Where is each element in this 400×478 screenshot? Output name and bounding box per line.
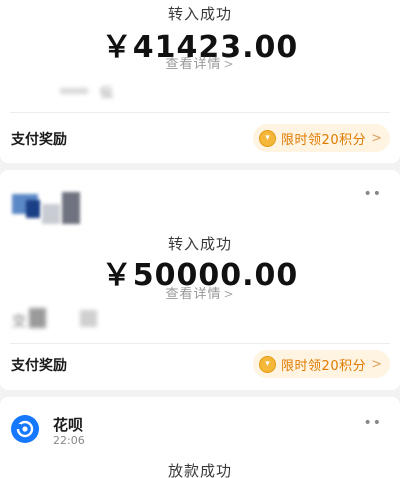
redacted-block: [29, 308, 46, 328]
chevron-right-icon: >: [223, 287, 235, 301]
blurred-logo: [12, 190, 82, 226]
view-details-label: 查看详情: [165, 57, 222, 72]
transfer-status: 转入成功: [167, 5, 232, 23]
more-dots-icon[interactable]: ••: [363, 186, 382, 202]
payment-reward-label: 支付奖励: [11, 358, 67, 374]
coin-icon: ▾: [259, 129, 277, 147]
divider: [10, 112, 390, 113]
blurred-caption: 交: [12, 314, 26, 330]
transaction-card-1: 转入成功 ￥41423.00 查看详情 > 伝 支付奖励 ▾ 限时领20积分 >: [0, 0, 400, 163]
chevron-right-icon: >: [223, 57, 235, 71]
blurred-caption: 伝: [100, 86, 114, 101]
loan-status: 放款成功: [167, 462, 232, 478]
chevron-right-icon: >: [371, 130, 382, 146]
view-details-link[interactable]: 查看详情 >: [0, 53, 400, 72]
redacted-block: [80, 310, 97, 327]
more-dots-icon[interactable]: ••: [363, 415, 382, 431]
points-reward-button[interactable]: ▾ 限时领20积分 >: [253, 124, 390, 152]
transaction-card-3: 花呗 22:06 •• 放款成功: [0, 397, 400, 478]
transaction-card-2: •• 转入成功 ￥50000.00 查看详情 > 交 支付奖励 ▾ 限时领20积分…: [0, 170, 400, 390]
app-name: 花呗: [53, 416, 84, 434]
payment-reward-label: 支付奖励: [11, 132, 67, 148]
timestamp: 22:06: [53, 434, 85, 447]
payment-reward-row: 支付奖励 ▾ 限时领20积分 >: [0, 348, 400, 384]
view-details-link[interactable]: 查看详情 >: [0, 283, 400, 302]
points-reward-button[interactable]: ▾ 限时领20积分 >: [253, 350, 390, 378]
redacted-block: [60, 88, 88, 94]
points-reward-label: 限时领20积分: [281, 132, 367, 148]
huabei-icon: [11, 415, 39, 443]
divider: [10, 343, 390, 344]
chevron-right-icon: >: [371, 356, 382, 372]
coin-icon: ▾: [259, 355, 277, 373]
payment-reward-row: 支付奖励 ▾ 限时领20积分 >: [0, 122, 400, 158]
points-reward-label: 限时领20积分: [281, 358, 367, 374]
view-details-label: 查看详情: [165, 287, 222, 302]
